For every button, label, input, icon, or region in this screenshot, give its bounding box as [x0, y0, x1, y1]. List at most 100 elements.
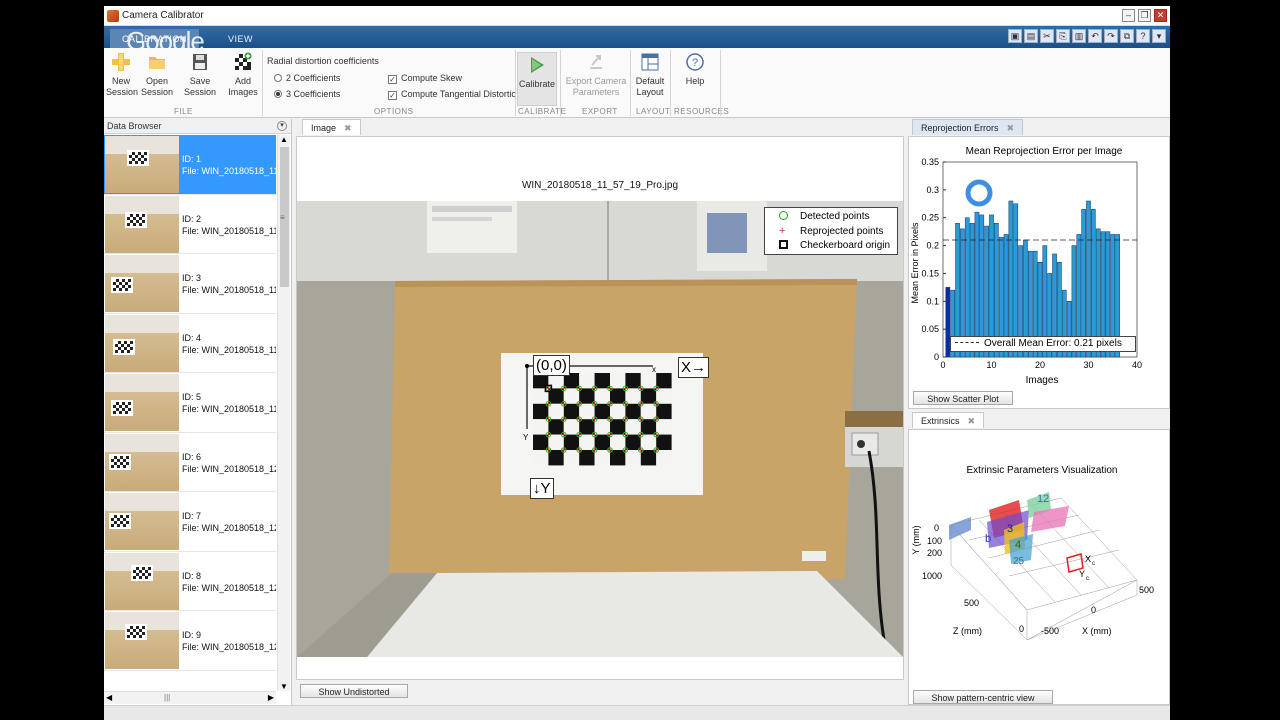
- bar[interactable]: [1091, 209, 1096, 358]
- close-button[interactable]: ✕: [1154, 9, 1167, 22]
- tab-view[interactable]: VIEW: [216, 29, 265, 48]
- scroll-right-icon[interactable]: ▶: [268, 693, 274, 702]
- image-canvas: WIN_20180518_11_57_19_Pro.jpg (0,0) X→ ↓…: [296, 136, 904, 680]
- plot-label: 12: [1037, 493, 1049, 505]
- help-button[interactable]: ? Help: [680, 52, 710, 87]
- tab-extrinsics[interactable]: Extrinsics ✖: [912, 412, 985, 428]
- checker-square: [533, 403, 549, 420]
- compute-skew-checkbox[interactable]: ✓ Compute Skew: [388, 73, 462, 84]
- thumbnail-text: ID: 3 File: WIN_20180518_11_: [182, 272, 276, 296]
- save-quick-icon[interactable]: ▤: [1024, 29, 1038, 43]
- export-label: Export Camera Parameters: [565, 76, 627, 97]
- scroll-up-icon[interactable]: ▲: [280, 135, 288, 144]
- y-tick-label: 0.15: [921, 268, 939, 278]
- quick-access-toolbar: ▣ ▤ ✂ ⎘ ▥ ↶ ↷ ⧉ ? ▾: [1008, 29, 1166, 45]
- check-icon: ✓: [388, 91, 397, 100]
- plot-label: c: [1092, 561, 1095, 567]
- chevron-down-icon[interactable]: ▾: [277, 121, 287, 131]
- list-item[interactable]: ID: 2 File: WIN_20180518_11_: [104, 195, 276, 254]
- list-item[interactable]: ID: 9 File: WIN_20180518_12_: [104, 611, 276, 671]
- bar[interactable]: [1081, 209, 1086, 358]
- radio-2-coefficients[interactable]: 2 Coefficients: [274, 73, 340, 83]
- compute-tangential-checkbox[interactable]: ✓ Compute Tangential Distortion: [388, 89, 521, 100]
- scroll-down-icon[interactable]: ▼: [280, 682, 288, 691]
- tab-image[interactable]: Image ✖: [302, 119, 361, 135]
- image-panel: Image ✖ WIN_20180518_11_57_19_Pro.jpg (0…: [296, 119, 904, 705]
- thumbnail-text: ID: 4 File: WIN_20180518_11_: [182, 332, 276, 356]
- add-images-label: Add Images: [228, 76, 258, 97]
- x-axis-label: X (mm): [1082, 626, 1112, 636]
- x-tick-label: 40: [1132, 360, 1142, 370]
- x-tick: 0: [1091, 605, 1096, 615]
- list-item[interactable]: ID: 3 File: WIN_20180518_11_: [104, 254, 276, 314]
- close-tab-icon[interactable]: ✖: [968, 416, 976, 426]
- axis-dot: [525, 364, 529, 368]
- export-camera-parameters-button[interactable]: Export Camera Parameters: [564, 52, 628, 98]
- vertical-scrollbar[interactable]: ▲ ≡ ▼: [277, 135, 290, 691]
- checker-square: [579, 434, 595, 450]
- cut-icon[interactable]: ✂: [1040, 29, 1054, 43]
- checker-square: [625, 419, 641, 435]
- tab-reprojection-errors[interactable]: Reprojection Errors ✖: [912, 119, 1024, 135]
- default-layout-button[interactable]: Default Layout: [634, 52, 666, 98]
- list-item[interactable]: ID: 4 File: WIN_20180518_11_: [104, 314, 276, 373]
- horizontal-scrollbar[interactable]: ◀ ||| ▶: [104, 691, 276, 704]
- save-session-button[interactable]: Save Session: [180, 52, 220, 98]
- close-tab-icon[interactable]: ✖: [1007, 123, 1015, 133]
- list-item[interactable]: ID: 1 File: WIN_20180518_11_: [104, 135, 276, 195]
- x-tick: 500: [1139, 585, 1154, 595]
- x-direction-label: X→: [678, 357, 710, 378]
- black-square-icon: [779, 240, 788, 249]
- help-quick-icon[interactable]: ?: [1136, 29, 1150, 43]
- redo-icon[interactable]: ↷: [1104, 29, 1118, 43]
- show-scatter-plot-button[interactable]: Show Scatter Plot: [913, 391, 1013, 405]
- image-file: File: WIN_20180518_12_: [182, 642, 276, 652]
- checker-square: [640, 388, 657, 404]
- radio-3-coefficients[interactable]: 3 Coefficients: [274, 89, 340, 99]
- list-item[interactable]: ID: 6 File: WIN_20180518_12_: [104, 433, 276, 492]
- bar[interactable]: [1086, 200, 1091, 358]
- thumbnail-image: [105, 136, 179, 193]
- thumbnail-wall: [105, 493, 179, 511]
- new-session-button[interactable]: New Session: [106, 52, 138, 98]
- checker-square: [640, 403, 657, 420]
- image-id: ID: 8: [182, 570, 202, 581]
- close-tab-icon[interactable]: ✖: [344, 123, 352, 133]
- image-id: ID: 7: [182, 511, 202, 521]
- y-tick-label: 0.25: [921, 213, 939, 223]
- chart-ylabel: Mean Error in Pixels: [910, 222, 920, 304]
- bar[interactable]: [1008, 200, 1014, 358]
- layout-icon: [641, 53, 659, 71]
- image-file: File: WIN_20180518_11_: [182, 404, 276, 414]
- scroll-left-icon[interactable]: ◀: [106, 693, 112, 702]
- show-undistorted-button[interactable]: Show Undistorted: [300, 684, 408, 698]
- checker-square: [594, 450, 610, 466]
- extrinsics-title: Extrinsic Parameters Visualization: [967, 465, 1118, 476]
- y-tick-label: 0.1: [926, 296, 939, 306]
- dock-icon[interactable]: ▣: [1008, 29, 1022, 43]
- calibrate-label: Calibrate: [518, 79, 556, 89]
- list-item[interactable]: ID: 8 File: WIN_20180518_12_: [104, 552, 276, 611]
- window-switch-icon[interactable]: ⧉: [1120, 29, 1134, 43]
- legend-detected: Detected points: [769, 210, 897, 225]
- camera-calibrator-window: Camera Calibrator – ❐ ✕ CALIBRATION VIEW…: [104, 6, 1170, 720]
- paste-icon[interactable]: ▥: [1072, 29, 1086, 43]
- list-item[interactable]: ID: 5 File: WIN_20180518_11_: [104, 373, 276, 433]
- checker-square: [625, 373, 641, 389]
- radio1-label: 2 Coefficients: [286, 73, 341, 83]
- calibrate-button[interactable]: Calibrate: [517, 52, 557, 106]
- undo-icon[interactable]: ↶: [1088, 29, 1102, 43]
- bar[interactable]: [1013, 203, 1019, 358]
- expand-icon[interactable]: ▾: [1152, 29, 1166, 43]
- checker-square: [579, 388, 595, 404]
- list-item[interactable]: ID: 7 File: WIN_20180518_12_: [104, 492, 276, 552]
- restore-button[interactable]: ❐: [1138, 9, 1151, 22]
- thumbnail-list: ID: 1 File: WIN_20180518_11_ ID: 2 File: WI…: [104, 135, 276, 691]
- add-images-button[interactable]: Add Images: [226, 52, 260, 98]
- copy-icon[interactable]: ⎘: [1056, 29, 1070, 43]
- minimize-button[interactable]: –: [1122, 9, 1135, 22]
- legend-reprojected-label: Reprojected points: [800, 225, 884, 237]
- show-pattern-centric-view-button[interactable]: Show pattern-centric view: [913, 690, 1053, 704]
- open-session-button[interactable]: Open Session: [140, 52, 174, 98]
- checker-square: [625, 403, 641, 420]
